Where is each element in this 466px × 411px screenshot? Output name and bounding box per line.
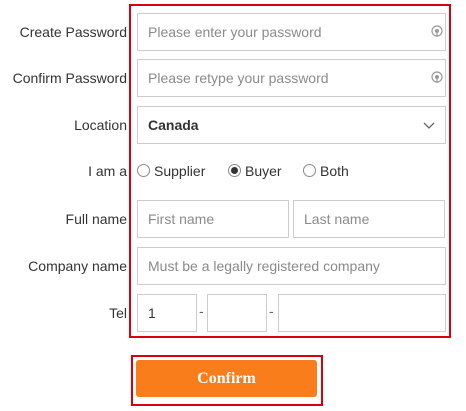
radio-button-icon[interactable] [303, 164, 316, 178]
location-row: Location Canada [0, 105, 466, 145]
create-password-row: Create Password [0, 12, 466, 52]
company-name-label: Company name [28, 258, 127, 274]
radio-buyer-label: Buyer [245, 163, 282, 179]
tel-separator: - [269, 303, 274, 319]
radio-supplier[interactable]: Supplier [137, 151, 205, 191]
role-label: I am a [88, 163, 127, 179]
location-selected-value: Canada [148, 117, 199, 133]
confirm-password-row: Confirm Password [0, 58, 466, 98]
location-select[interactable]: Canada [137, 106, 446, 144]
location-label: Location [74, 117, 127, 133]
radio-supplier-label: Supplier [154, 163, 206, 179]
full-name-label: Full name [65, 211, 127, 227]
radio-both-label: Both [320, 163, 349, 179]
radio-button-icon[interactable] [137, 164, 150, 178]
tel-label: Tel [109, 305, 127, 321]
tel-country-code-input[interactable] [137, 294, 197, 332]
role-row: I am a Supplier Buyer Both [0, 151, 466, 191]
tel-row: Tel - - [0, 293, 466, 333]
last-name-input[interactable] [293, 200, 445, 238]
eye-icon[interactable] [431, 71, 443, 83]
confirm-password-input[interactable] [137, 59, 446, 97]
tel-separator: - [199, 303, 204, 319]
first-name-input[interactable] [137, 200, 289, 238]
tel-area-code-input[interactable] [207, 294, 267, 332]
tel-number-input[interactable] [278, 294, 446, 332]
create-password-label: Create Password [19, 24, 127, 40]
eye-icon[interactable] [431, 25, 443, 37]
radio-buyer[interactable]: Buyer [228, 151, 282, 191]
company-name-input[interactable] [137, 247, 446, 285]
radio-both[interactable]: Both [303, 151, 349, 191]
company-name-row: Company name [0, 246, 466, 286]
create-password-input[interactable] [137, 13, 446, 51]
confirm-button[interactable]: Confirm [136, 360, 317, 397]
full-name-row: Full name [0, 199, 466, 239]
radio-button-selected-icon[interactable] [228, 164, 241, 178]
confirm-password-label: Confirm Password [12, 70, 127, 86]
chevron-down-icon [423, 122, 435, 129]
